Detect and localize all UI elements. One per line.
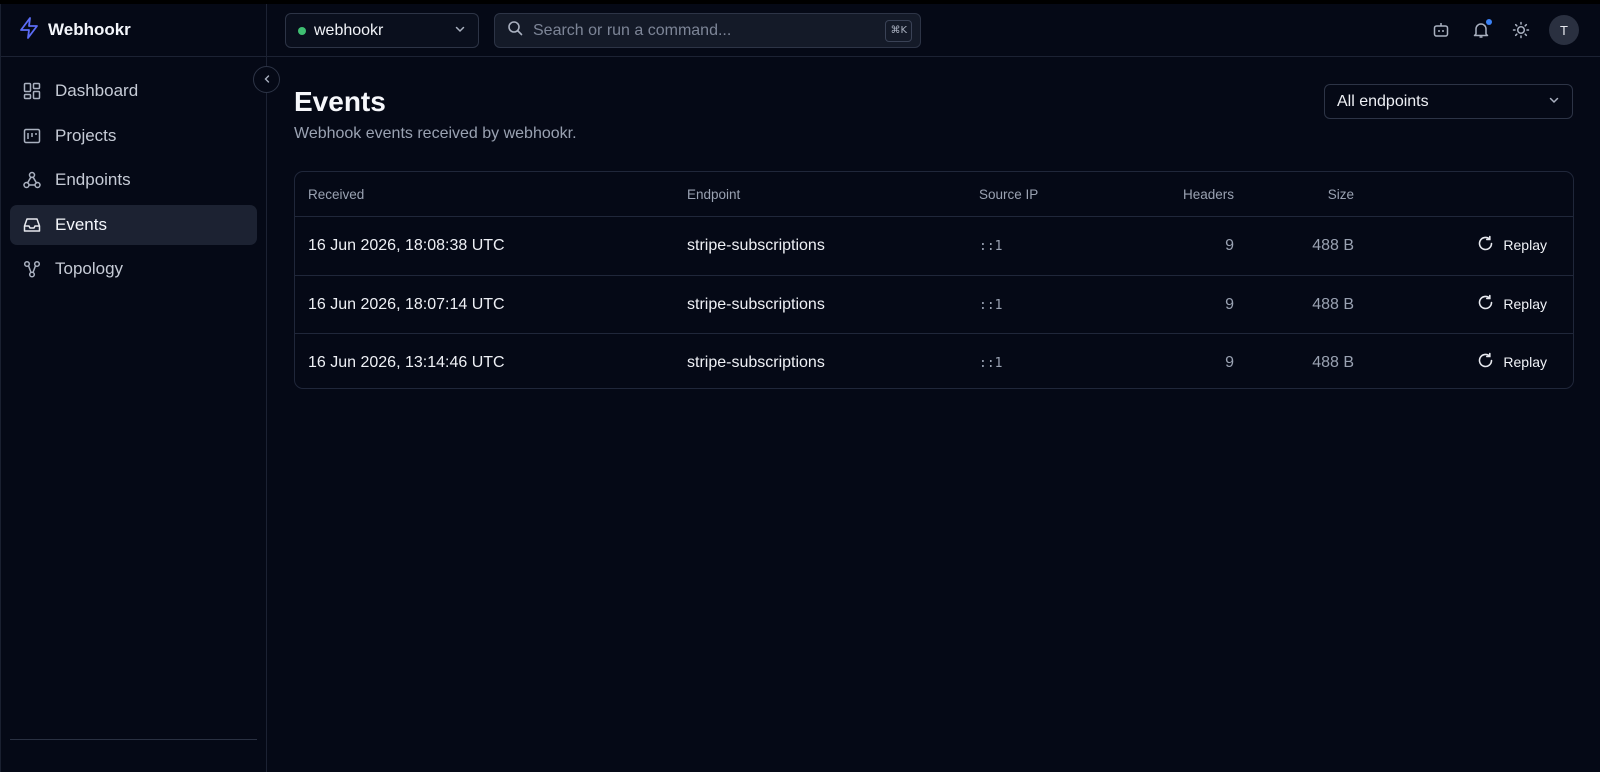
project-selector[interactable]: webhookr xyxy=(285,13,479,48)
table-row[interactable]: 16 Jun 2026, 18:08:38 UTC stripe-subscri… xyxy=(295,217,1573,276)
replay-label: Replay xyxy=(1503,354,1547,370)
size-cell: 488 B xyxy=(1312,295,1354,313)
replay-button[interactable]: Replay xyxy=(1477,352,1547,372)
endpoint-filter-select[interactable]: All endpoints xyxy=(1324,84,1573,119)
avatar[interactable]: T xyxy=(1549,15,1579,45)
sidebar-item-label: Events xyxy=(55,214,107,234)
refresh-icon xyxy=(1477,235,1494,255)
search-icon xyxy=(507,20,523,41)
project-name: webhookr xyxy=(314,21,384,39)
sidebar-item-topology[interactable]: Topology xyxy=(10,249,257,289)
command-search: ⌘K xyxy=(494,13,921,48)
endpoint-cell: stripe-subscriptions xyxy=(687,237,825,254)
inbox-icon xyxy=(23,216,41,234)
project-status-dot xyxy=(298,26,306,35)
notification-dot xyxy=(1486,19,1492,25)
chevron-down-icon xyxy=(454,22,466,40)
sidebar-nav: Dashboard Projects Endpoints Events Topo… xyxy=(1,57,266,289)
endpoint-cell: stripe-subscriptions xyxy=(687,295,825,313)
replay-label: Replay xyxy=(1503,295,1547,312)
replay-button[interactable]: Replay xyxy=(1477,235,1547,255)
headers-cell: 9 xyxy=(1225,237,1234,254)
sun-icon[interactable] xyxy=(1511,20,1531,40)
sidebar-item-label: Dashboard xyxy=(55,81,139,100)
app-window: Webhookr Dashboard Projects Endpoints Ev… xyxy=(0,4,1600,772)
source-ip-cell: ::1 xyxy=(979,239,1003,254)
source-ip-cell: ::1 xyxy=(979,297,1003,313)
events-table: Received Endpoint Source IP Headers Size… xyxy=(294,171,1574,389)
chevron-down-icon xyxy=(1548,93,1560,111)
endpoint-cell: stripe-subscriptions xyxy=(687,354,825,371)
size-cell: 488 B xyxy=(1312,354,1354,371)
received-cell: 16 Jun 2026, 18:07:14 UTC xyxy=(308,295,505,313)
sidebar-item-endpoints[interactable]: Endpoints xyxy=(10,160,257,200)
collapse-sidebar-button[interactable] xyxy=(253,66,280,93)
table-header: Received Endpoint Source IP Headers Size xyxy=(295,172,1573,217)
shortcut-badge: ⌘K xyxy=(885,19,912,42)
main-content: Events Webhook events received by webhoo… xyxy=(267,57,1600,772)
source-ip-cell: ::1 xyxy=(979,356,1003,371)
replay-button[interactable]: Replay xyxy=(1477,294,1547,314)
headers-cell: 9 xyxy=(1225,295,1234,313)
sidebar-item-dashboard[interactable]: Dashboard xyxy=(10,71,257,111)
search-input[interactable] xyxy=(533,21,876,40)
webhook-icon xyxy=(23,171,41,189)
endpoint-filter-value: All endpoints xyxy=(1337,92,1429,110)
page-title: Events xyxy=(294,86,386,117)
sidebar-divider xyxy=(10,739,257,740)
refresh-icon xyxy=(1477,294,1494,314)
headers-cell: 9 xyxy=(1225,354,1234,371)
column-header-endpoint[interactable]: Endpoint xyxy=(687,187,740,202)
sidebar-item-label: Topology xyxy=(55,259,124,278)
dashboard-icon xyxy=(23,82,41,100)
received-cell: 16 Jun 2026, 13:14:46 UTC xyxy=(308,354,505,371)
received-cell: 16 Jun 2026, 18:08:38 UTC xyxy=(308,237,505,254)
chevron-left-icon xyxy=(262,71,272,89)
sidebar-item-label: Endpoints xyxy=(55,170,131,189)
topbar: webhookr ⌘K xyxy=(267,4,1600,57)
replay-label: Replay xyxy=(1503,237,1547,253)
brand[interactable]: Webhookr xyxy=(1,4,266,57)
page-subtitle: Webhook events received by webhookr. xyxy=(294,125,577,142)
sidebar: Webhookr Dashboard Projects Endpoints Ev… xyxy=(1,4,267,772)
projects-icon xyxy=(23,127,41,145)
brand-name: Webhookr xyxy=(48,20,131,39)
column-header-source-ip[interactable]: Source IP xyxy=(979,187,1038,202)
size-cell: 488 B xyxy=(1312,237,1354,254)
sidebar-item-events[interactable]: Events xyxy=(10,204,257,245)
bolt-icon xyxy=(19,16,39,44)
column-header-received[interactable]: Received xyxy=(308,187,364,202)
column-header-headers[interactable]: Headers xyxy=(1183,187,1234,202)
bot-icon[interactable] xyxy=(1431,20,1451,40)
topology-icon xyxy=(23,260,41,278)
refresh-icon xyxy=(1477,352,1494,372)
table-row[interactable]: 16 Jun 2026, 18:07:14 UTC stripe-subscri… xyxy=(295,276,1573,334)
sidebar-item-label: Projects xyxy=(55,125,117,145)
table-row[interactable]: 16 Jun 2026, 13:14:46 UTC stripe-subscri… xyxy=(295,334,1573,388)
sidebar-item-projects[interactable]: Projects xyxy=(10,116,257,156)
column-header-size[interactable]: Size xyxy=(1328,187,1354,202)
bell-icon[interactable] xyxy=(1471,19,1492,40)
